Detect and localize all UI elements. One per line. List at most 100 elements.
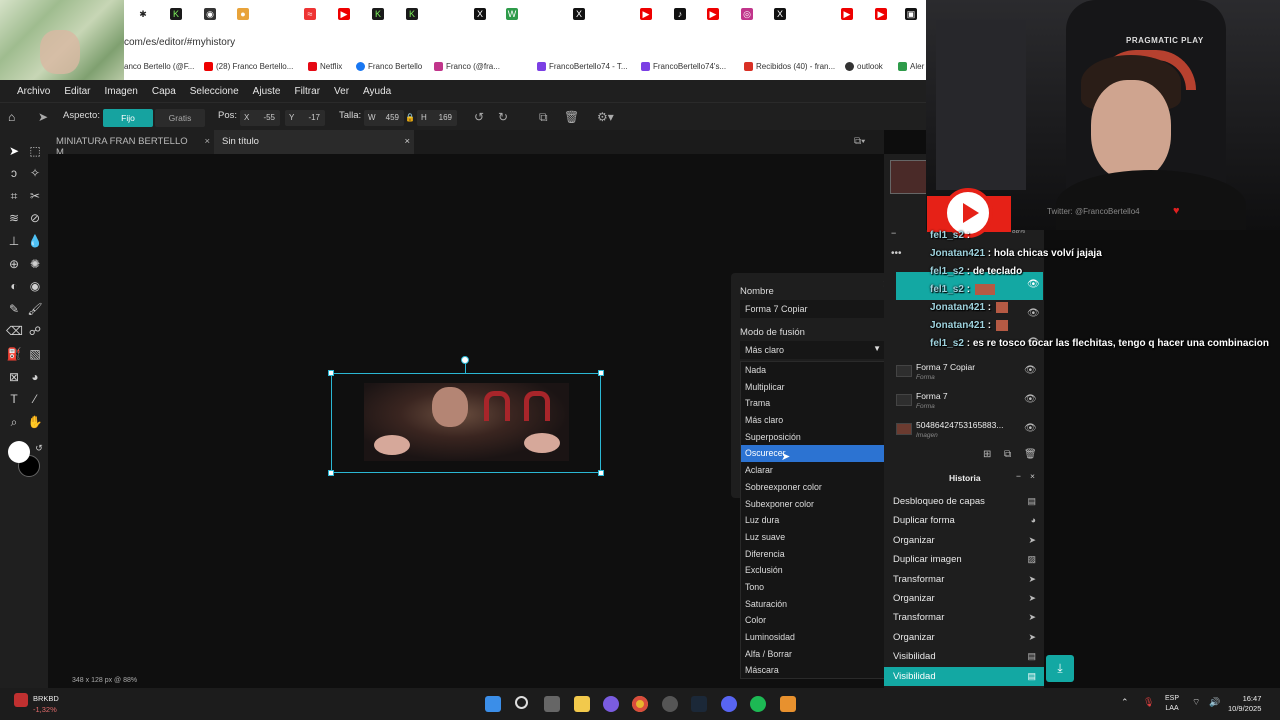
more-icon[interactable]: ••• [891, 248, 902, 259]
crop-tool-icon[interactable]: ⌗ [6, 188, 22, 204]
tiktok-tab-icon[interactable]: ♪ [674, 8, 686, 20]
height-field[interactable]: H 169 [417, 110, 457, 126]
x-tab-icon[interactable]: X [474, 8, 486, 20]
bookmark-item[interactable]: FrancoBertello74's... [641, 62, 726, 71]
stamp-tool-icon[interactable]: ⊥ [6, 233, 22, 249]
blend-mode-select[interactable]: Más claro ▼ [740, 341, 886, 359]
add-layer-icon[interactable]: ⊞ [983, 449, 991, 460]
aspect-fixed-button[interactable]: Fijo [103, 109, 153, 127]
dodge-tool-icon[interactable]: ✺ [27, 256, 43, 272]
move-tool-icon[interactable]: ➤ [38, 110, 48, 124]
smudge-tool-icon[interactable]: ☍ [27, 323, 43, 339]
tab-icon[interactable]: ≈ [304, 8, 316, 20]
blend-option[interactable]: Diferencia [741, 546, 885, 563]
aspect-free-button[interactable]: Gratis [155, 109, 205, 127]
blend-option[interactable]: Alfa / Borrar [741, 646, 885, 663]
liquify-tool-icon[interactable]: ≋ [6, 210, 22, 226]
pos-x-field[interactable]: X -55 [240, 110, 280, 126]
stock-ticker[interactable]: BRKBD [33, 694, 59, 703]
blend-option[interactable]: Más claro [741, 412, 885, 429]
text-tool-icon[interactable]: T [6, 391, 22, 407]
history-item[interactable]: Visibilidad ▤ [884, 647, 1044, 666]
blend-option[interactable]: Luminosidad [741, 629, 885, 646]
app-icon[interactable] [662, 696, 678, 712]
menu-imagen[interactable]: Imagen [104, 86, 137, 97]
microphone-icon[interactable]: 🎙 [1143, 697, 1154, 708]
app-icon[interactable] [780, 696, 796, 712]
swap-colors-icon[interactable]: ↺ [31, 440, 47, 456]
browser-tab-strip[interactable]: ✱ K ◉ ● ≈ ▶ K K X W X ▶ ♪ ▶ ◎ X ▶ ▶ ▣ [0, 0, 926, 30]
window-arrange-icon[interactable]: ⧉▾ [854, 136, 865, 147]
brush-tool-icon[interactable]: 🖌 [27, 301, 43, 317]
foreground-color-swatch[interactable] [8, 441, 30, 463]
task-view-icon[interactable] [544, 696, 560, 712]
hand-tool-icon[interactable]: ✋ [27, 414, 43, 430]
menu-ayuda[interactable]: Ayuda [363, 86, 391, 97]
spotify-icon[interactable] [750, 696, 766, 712]
bandage-tool-icon[interactable]: ⊘ [27, 210, 43, 226]
tab-icon[interactable]: W [506, 8, 518, 20]
bookmark-item[interactable]: anco Bertello (@F... [124, 62, 194, 71]
zoom-tool-icon[interactable]: ⌕ [6, 414, 22, 430]
history-item[interactable]: Transformar ➤ [884, 608, 1044, 627]
windows-start-icon[interactable] [485, 696, 501, 712]
kick-tab-icon[interactable]: K [170, 8, 182, 20]
tab-icon[interactable]: ▶ [707, 8, 719, 20]
discord-icon[interactable] [721, 696, 737, 712]
wifi-icon[interactable]: ⌔ [1192, 697, 1200, 708]
close-icon[interactable]: × [1030, 471, 1035, 481]
eye-icon[interactable]: 👁 [1024, 423, 1037, 434]
layer-name-input[interactable]: Forma 7 Copiar [740, 300, 886, 318]
history-item[interactable]: Organizar ➤ [884, 531, 1044, 550]
eye-icon[interactable]: 👁 [1027, 279, 1040, 290]
blend-option[interactable]: Máscara [741, 662, 885, 679]
bookmark-item[interactable]: Franco Bertello [356, 62, 422, 71]
rotate-left-icon[interactable]: ↺ [474, 110, 484, 124]
minimize-icon[interactable]: − [1016, 471, 1021, 481]
kick-tab-icon[interactable]: K [406, 8, 418, 20]
blend-option[interactable]: Color [741, 612, 885, 629]
lock-ratio-icon[interactable]: 🔒 [405, 113, 415, 122]
tab-icon[interactable]: ✱ [137, 8, 149, 20]
bookmark-item[interactable]: (28) Franco Bertello... [204, 62, 293, 71]
home-icon[interactable]: ⌂ [8, 110, 15, 124]
history-item[interactable]: Duplicar imagen ▨ [884, 550, 1044, 569]
layer-row[interactable]: 50486424753165883... Imagen 👁 [884, 415, 1044, 443]
instagram-tab-icon[interactable]: ◎ [741, 8, 753, 20]
tab-icon[interactable]: ▶ [640, 8, 652, 20]
minus-icon[interactable]: − [891, 228, 896, 238]
menu-archivo[interactable]: Archivo [17, 86, 50, 97]
chrome-icon[interactable] [632, 696, 648, 712]
blend-option[interactable]: Luz dura [741, 512, 885, 529]
chevron-up-icon[interactable]: ⌃ [1121, 697, 1129, 708]
history-item-active[interactable]: Visibilidad ▤ [884, 666, 1044, 686]
history-item[interactable]: Organizar ➤ [884, 589, 1044, 608]
eye-icon[interactable]: 👁 [1027, 308, 1040, 319]
menu-editar[interactable]: Editar [64, 86, 90, 97]
history-item[interactable]: Transformar ➤ [884, 570, 1044, 589]
gradient-tool-icon[interactable]: ▧ [27, 346, 43, 362]
blend-option[interactable]: Nada [741, 362, 885, 379]
bookmark-item[interactable]: outlook [845, 62, 883, 71]
width-field[interactable]: W 459 [364, 110, 404, 126]
gear-icon[interactable]: ⚙▾ [597, 110, 614, 124]
eye-icon[interactable]: 👁 [1024, 365, 1037, 376]
blend-option[interactable]: Subexponer color [741, 496, 885, 513]
menu-ajuste[interactable]: Ajuste [253, 86, 281, 97]
app-icon[interactable] [603, 696, 619, 712]
eraser-tool-icon[interactable]: ⌫ [6, 323, 23, 339]
scissors-tool-icon[interactable]: ✂ [27, 188, 43, 204]
history-item[interactable]: Organizar ➤ [884, 628, 1044, 647]
blend-option[interactable]: Tono [741, 579, 885, 596]
tab-icon[interactable]: ● [237, 8, 249, 20]
bookmark-item[interactable]: Recibidos (40) - fran... [744, 62, 835, 71]
rotate-right-icon[interactable]: ↻ [498, 110, 508, 124]
close-icon[interactable]: × [204, 136, 210, 147]
blend-option[interactable]: Exclusión [741, 562, 885, 579]
magic-wand-tool-icon[interactable]: ✧ [27, 165, 43, 181]
menu-seleccione[interactable]: Seleccione [190, 86, 239, 97]
menu-ver[interactable]: Ver [334, 86, 349, 97]
history-item[interactable]: Desbloqueo de capas ▤ [884, 492, 1044, 511]
trash-icon[interactable]: 🗑 [564, 110, 579, 124]
bookmark-item[interactable]: Netflix [308, 62, 342, 71]
